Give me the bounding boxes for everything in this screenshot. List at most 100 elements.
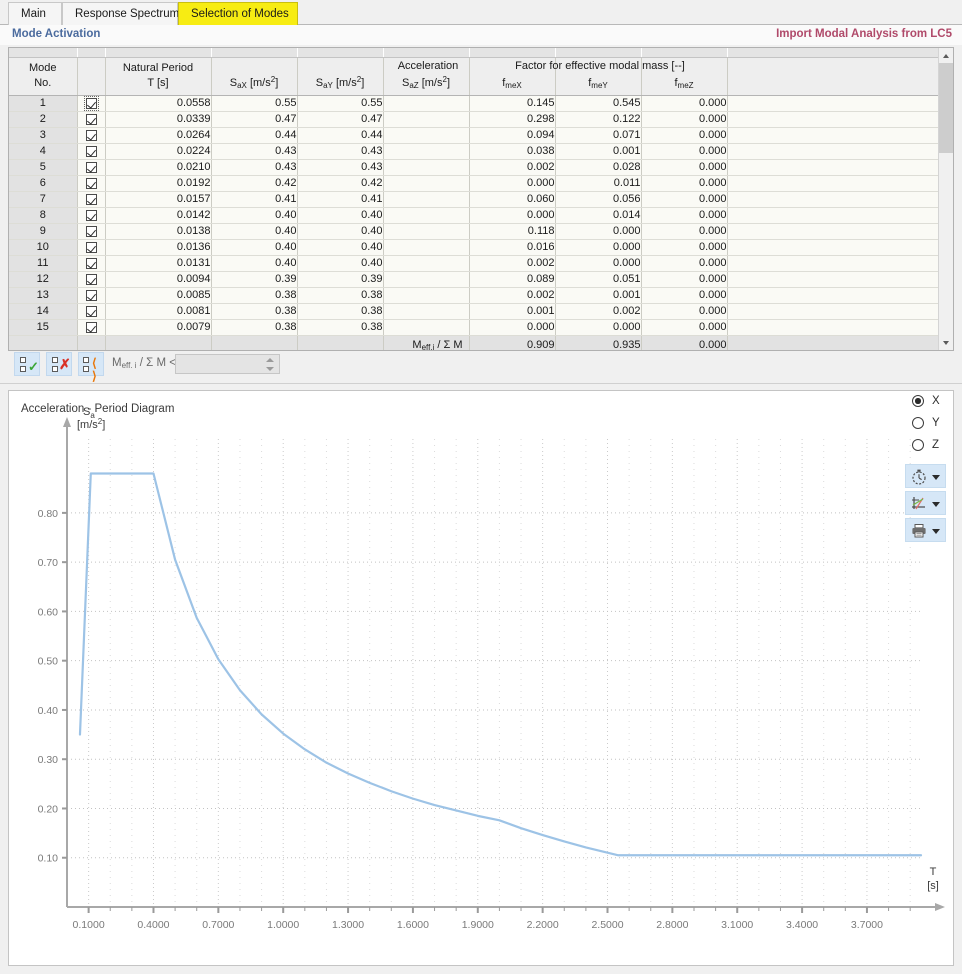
criterion-input[interactable] [175, 354, 280, 374]
checkbox-icon[interactable] [86, 162, 97, 173]
x-axis-tick-label: 2.2000 [527, 919, 559, 931]
scrollbar-thumb[interactable] [939, 63, 954, 153]
tab-strip: Main Response Spectrum Selection of Mode… [0, 0, 962, 25]
cell-sax: 0.40 [211, 223, 297, 239]
cell-active-checkbox[interactable] [77, 191, 105, 207]
scroll-down-button[interactable] [939, 335, 954, 350]
y-axis-title: Sa [83, 406, 95, 420]
table-row[interactable]: 30.02640.440.440.0940.0710.000 [9, 127, 945, 143]
col-mode-no[interactable]: Mode No. [9, 57, 77, 95]
checkbox-icon[interactable] [86, 130, 97, 141]
cell-active-checkbox[interactable] [77, 175, 105, 191]
cell-filler [727, 111, 945, 127]
graph-settings-dropdown-button[interactable] [905, 491, 946, 515]
cell-active-checkbox[interactable] [77, 319, 105, 335]
checkbox-icon[interactable] [86, 210, 97, 221]
print-dropdown-button[interactable] [905, 518, 946, 542]
table-row[interactable]: 40.02240.430.430.0380.0010.000 [9, 143, 945, 159]
table-row[interactable]: 110.01310.400.400.0020.0000.000 [9, 255, 945, 271]
cell-active-checkbox[interactable] [77, 111, 105, 127]
table-row[interactable]: 10.05580.550.550.1450.5450.000 [9, 95, 945, 111]
cell-active-checkbox[interactable] [77, 287, 105, 303]
scroll-up-button[interactable] [939, 48, 954, 63]
cell-active-checkbox[interactable] [77, 271, 105, 287]
cell-filler [727, 287, 945, 303]
col-say[interactable]: SaY [m/s2] [297, 57, 383, 95]
cell-natural-period: 0.0339 [105, 111, 211, 127]
cell-say: 0.38 [297, 287, 383, 303]
col-active-checkbox[interactable] [77, 57, 105, 95]
cell-fmey: 0.000 [555, 239, 641, 255]
col-saz[interactable]: SaZ [m/s2] [383, 57, 469, 95]
tab-response-spectrum[interactable]: Response Spectrum [62, 2, 178, 25]
checkbox-icon[interactable] [86, 114, 97, 125]
checkbox-icon[interactable] [86, 98, 97, 109]
checkbox-glyph-bottom [20, 366, 26, 372]
select-all-modes-button[interactable]: ✓ [14, 352, 40, 376]
cell-filler [727, 191, 945, 207]
col-fmex[interactable]: fmeX [469, 57, 555, 95]
checkbox-icon[interactable] [86, 290, 97, 301]
cell-fmez: 0.000 [641, 303, 727, 319]
tab-selection-of-modes[interactable]: Selection of Modes [178, 2, 298, 25]
cell-active-checkbox[interactable] [77, 223, 105, 239]
y-axis-tick-label: 0.60 [38, 606, 59, 618]
cell-fmez: 0.000 [641, 239, 727, 255]
checkbox-icon[interactable] [86, 146, 97, 157]
cell-active-checkbox[interactable] [77, 239, 105, 255]
table-row[interactable]: 100.01360.400.400.0160.0000.000 [9, 239, 945, 255]
deselect-all-modes-button[interactable]: ✗ [46, 352, 72, 376]
graph-axes-icon [910, 495, 928, 513]
spinner-down-icon[interactable] [266, 367, 274, 371]
col-fmey[interactable]: fmeY [555, 57, 641, 95]
checkbox-icon[interactable] [86, 274, 97, 285]
cell-active-checkbox[interactable] [77, 207, 105, 223]
table-row[interactable]: 20.03390.470.470.2980.1220.000 [9, 111, 945, 127]
spinner-arrows[interactable] [266, 357, 275, 372]
checkbox-icon[interactable] [86, 242, 97, 253]
radio-direction-y[interactable]: Y [905, 414, 955, 436]
checkbox-icon[interactable] [86, 178, 97, 189]
cell-filler [727, 223, 945, 239]
cell-sax: 0.38 [211, 303, 297, 319]
cell-active-checkbox[interactable] [77, 143, 105, 159]
table-row[interactable]: 120.00940.390.390.0890.0510.000 [9, 271, 945, 287]
radio-direction-z[interactable]: Z [905, 436, 955, 458]
col-sax[interactable]: SaX [m/s2] [211, 57, 297, 95]
table-row[interactable]: 90.01380.400.400.1180.0000.000 [9, 223, 945, 239]
green-check-icon: ✓ [28, 360, 39, 373]
table-row[interactable]: 140.00810.380.380.0010.0020.000 [9, 303, 945, 319]
cell-saz [383, 239, 469, 255]
cell-active-checkbox[interactable] [77, 159, 105, 175]
table-row[interactable]: 150.00790.380.380.0000.0000.000 [9, 319, 945, 335]
tab-main[interactable]: Main [8, 2, 62, 25]
table-row[interactable]: 70.01570.410.410.0600.0560.000 [9, 191, 945, 207]
spinner-up-icon[interactable] [266, 358, 274, 362]
select-modes-by-criterion-button[interactable]: ⟨⟩ [78, 352, 104, 376]
col-fmez[interactable]: fmeZ [641, 57, 727, 95]
checkbox-icon[interactable] [86, 226, 97, 237]
table-row[interactable]: 60.01920.420.420.0000.0110.000 [9, 175, 945, 191]
cell-natural-period: 0.0558 [105, 95, 211, 111]
cell-active-checkbox[interactable] [77, 255, 105, 271]
checkbox-icon[interactable] [86, 306, 97, 317]
table-vertical-scrollbar[interactable] [938, 48, 953, 350]
table-row[interactable]: 130.00850.380.380.0020.0010.000 [9, 287, 945, 303]
radio-direction-x[interactable]: X [905, 392, 955, 414]
cell-mode-no: 1 [9, 95, 77, 111]
cell-active-checkbox[interactable] [77, 95, 105, 111]
cell-active-checkbox[interactable] [77, 303, 105, 319]
col-filler [727, 57, 945, 95]
cell-fmez: 0.000 [641, 111, 727, 127]
checkbox-icon[interactable] [86, 194, 97, 205]
cell-active-checkbox[interactable] [77, 127, 105, 143]
col-natural-period[interactable]: Natural Period T [s] [105, 57, 211, 95]
table-row[interactable]: 50.02100.430.430.0020.0280.000 [9, 159, 945, 175]
checkbox-icon[interactable] [86, 258, 97, 269]
import-modal-analysis-link[interactable]: Import Modal Analysis from LC5 [776, 28, 952, 40]
checkbox-icon[interactable] [86, 322, 97, 333]
stopwatch-dropdown-button[interactable] [905, 464, 946, 488]
cell-saz [383, 255, 469, 271]
cell-saz [383, 223, 469, 239]
table-row[interactable]: 80.01420.400.400.0000.0140.000 [9, 207, 945, 223]
